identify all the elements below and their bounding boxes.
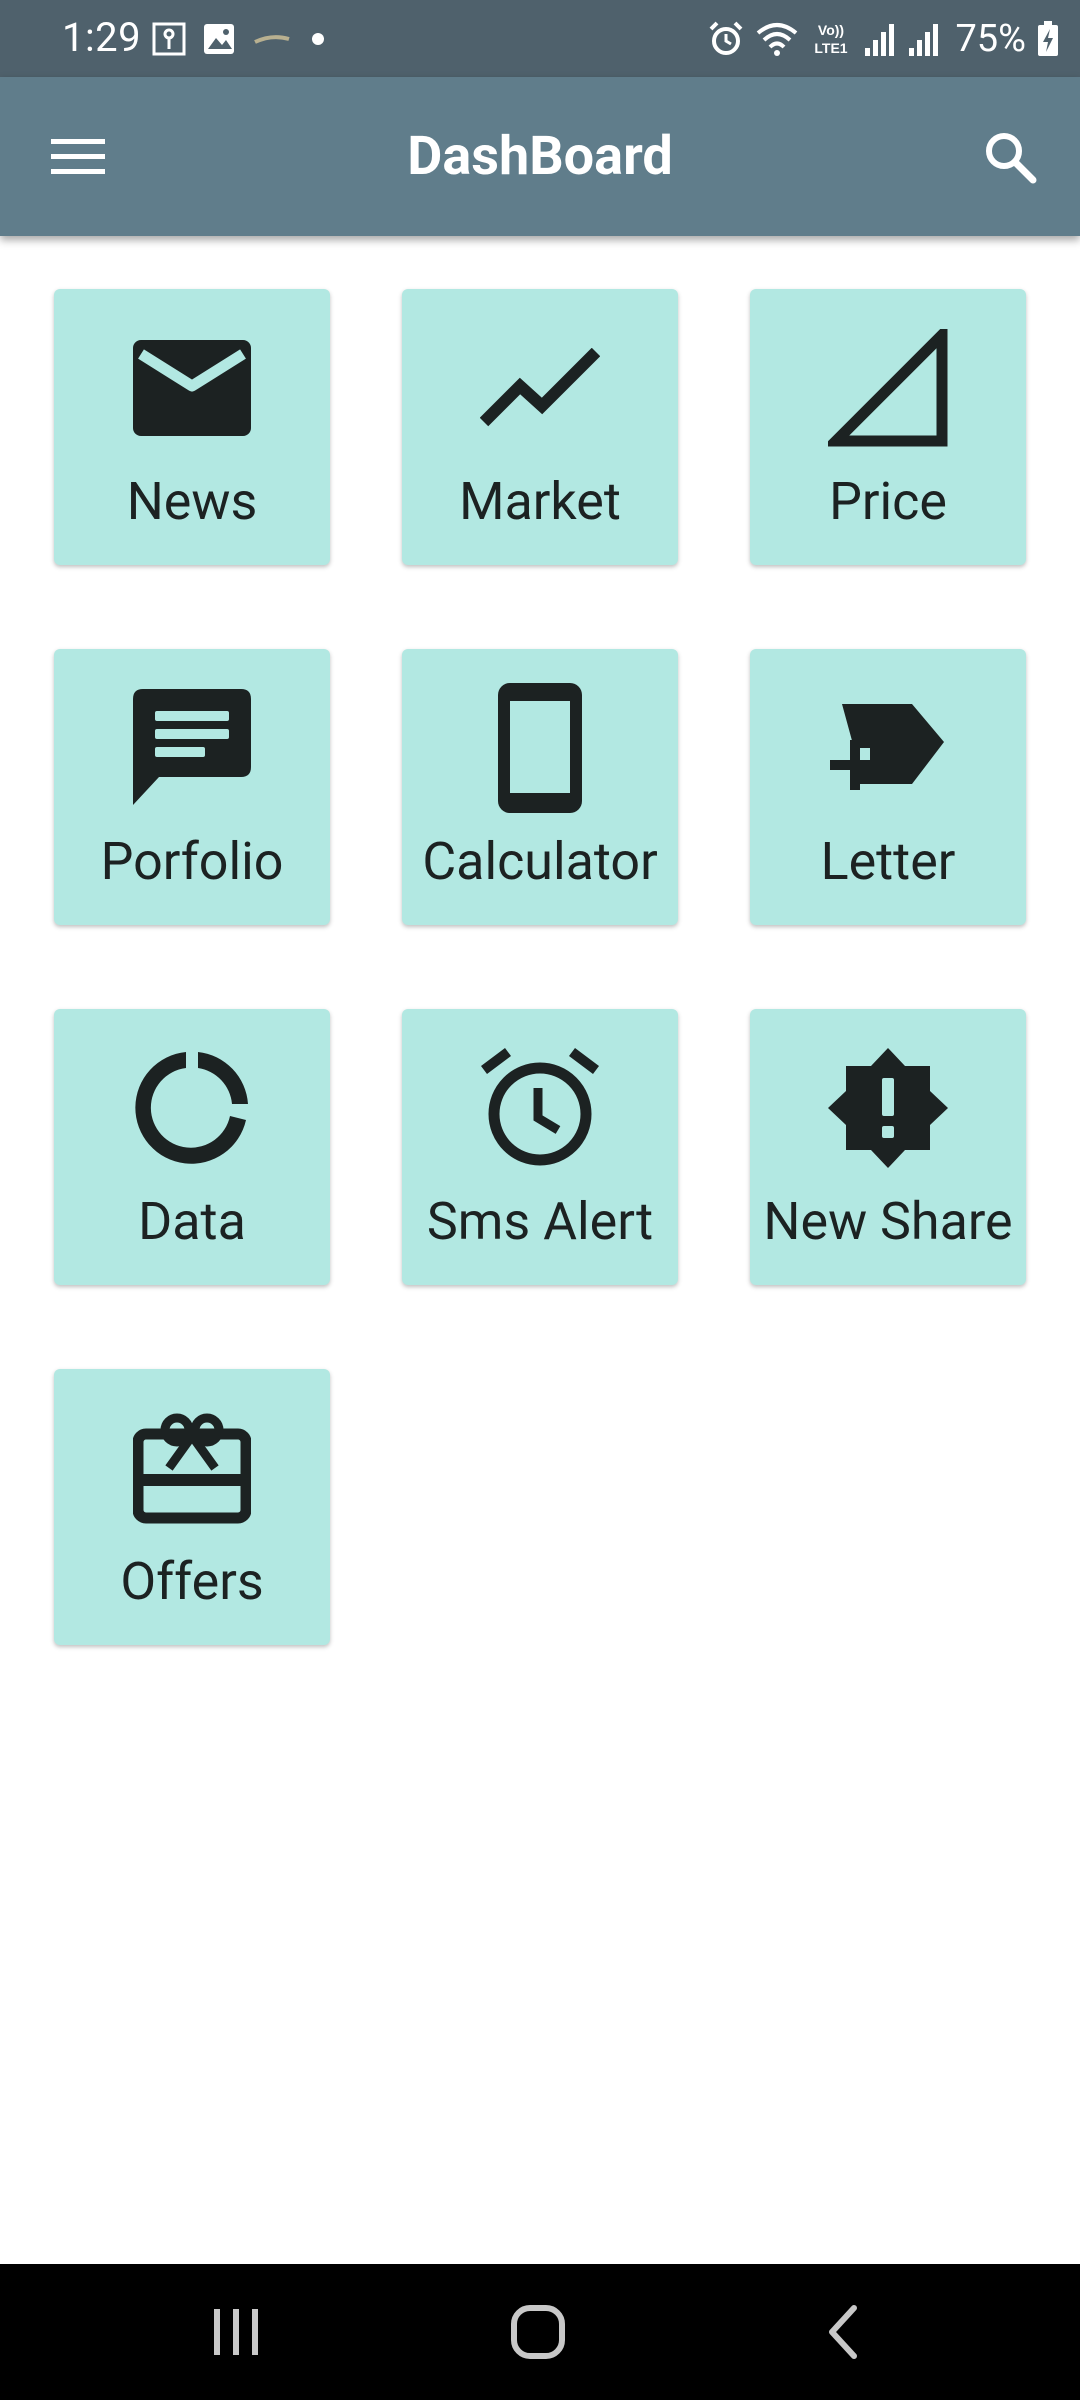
recents-icon <box>214 2309 258 2355</box>
gift-card-icon <box>133 1413 251 1524</box>
tile-data[interactable]: Data <box>54 1009 330 1285</box>
recents-button[interactable] <box>196 2292 276 2372</box>
tile-sms-alert[interactable]: Sms Alert <box>402 1009 678 1285</box>
svg-text:LTE1: LTE1 <box>815 40 848 56</box>
tile-label: News <box>126 471 258 532</box>
tile-price[interactable]: Price <box>750 289 1026 565</box>
tile-news[interactable]: News <box>54 289 330 565</box>
tile-label: Letter <box>820 831 956 892</box>
svg-text:Vo)): Vo)) <box>818 22 844 38</box>
wifi-icon <box>757 23 798 56</box>
triangle-icon <box>828 329 948 447</box>
back-icon <box>829 2305 857 2359</box>
tile-label: Porfolio <box>100 831 284 892</box>
tile-label: New Share <box>763 1191 1013 1252</box>
tile-label: Calculator <box>422 831 658 892</box>
app-notification-icon <box>254 35 290 44</box>
signal-icon <box>865 24 895 56</box>
tile-letter[interactable]: Letter <box>750 649 1026 925</box>
tile-calculator[interactable]: Calculator <box>402 649 678 925</box>
label-add-icon <box>830 704 944 790</box>
alarm-icon <box>710 21 743 55</box>
system-nav-bar <box>0 2264 1080 2400</box>
status-time: 1:29 <box>62 14 142 61</box>
status-right-icons: Vo)) LTE1 75% <box>707 14 1060 64</box>
tile-new-share[interactable]: New Share <box>750 1009 1026 1285</box>
tile-label: Data <box>138 1191 246 1252</box>
tile-porfolio[interactable]: Porfolio <box>54 649 330 925</box>
tile-offers[interactable]: Offers <box>54 1369 330 1645</box>
gallery-notification-icon <box>204 24 234 54</box>
alert-badge-icon <box>828 1048 948 1168</box>
dot-icon <box>312 33 324 45</box>
home-icon <box>511 2305 565 2359</box>
tile-label: Market <box>459 471 621 532</box>
battery-charging-icon <box>1038 21 1058 56</box>
message-icon <box>133 689 251 805</box>
signal-icon-2 <box>909 24 939 56</box>
phone-icon <box>498 683 582 813</box>
tile-label: Price <box>829 471 947 532</box>
donut-icon <box>135 1052 248 1164</box>
alarm-clock-icon <box>481 1048 599 1166</box>
search-button[interactable] <box>976 123 1044 191</box>
app-bar: DashBoard <box>0 77 1080 236</box>
tile-label: Offers <box>120 1551 264 1612</box>
tile-label: Sms Alert <box>426 1191 654 1252</box>
trending-line-icon <box>480 348 600 427</box>
home-button[interactable] <box>498 2292 578 2372</box>
key-notification-icon <box>152 22 186 56</box>
volte-lte-icon: Vo)) LTE1 <box>815 22 848 56</box>
search-icon <box>986 133 1037 184</box>
email-icon <box>133 340 251 436</box>
status-bar: 1:29 Vo)) LTE1 75% <box>0 0 1080 77</box>
tile-market[interactable]: Market <box>402 289 678 565</box>
page-title: DashBoard <box>407 125 673 188</box>
battery-percent: 75% <box>955 17 1026 61</box>
back-button[interactable] <box>804 2292 884 2372</box>
notification-icons <box>152 22 328 56</box>
